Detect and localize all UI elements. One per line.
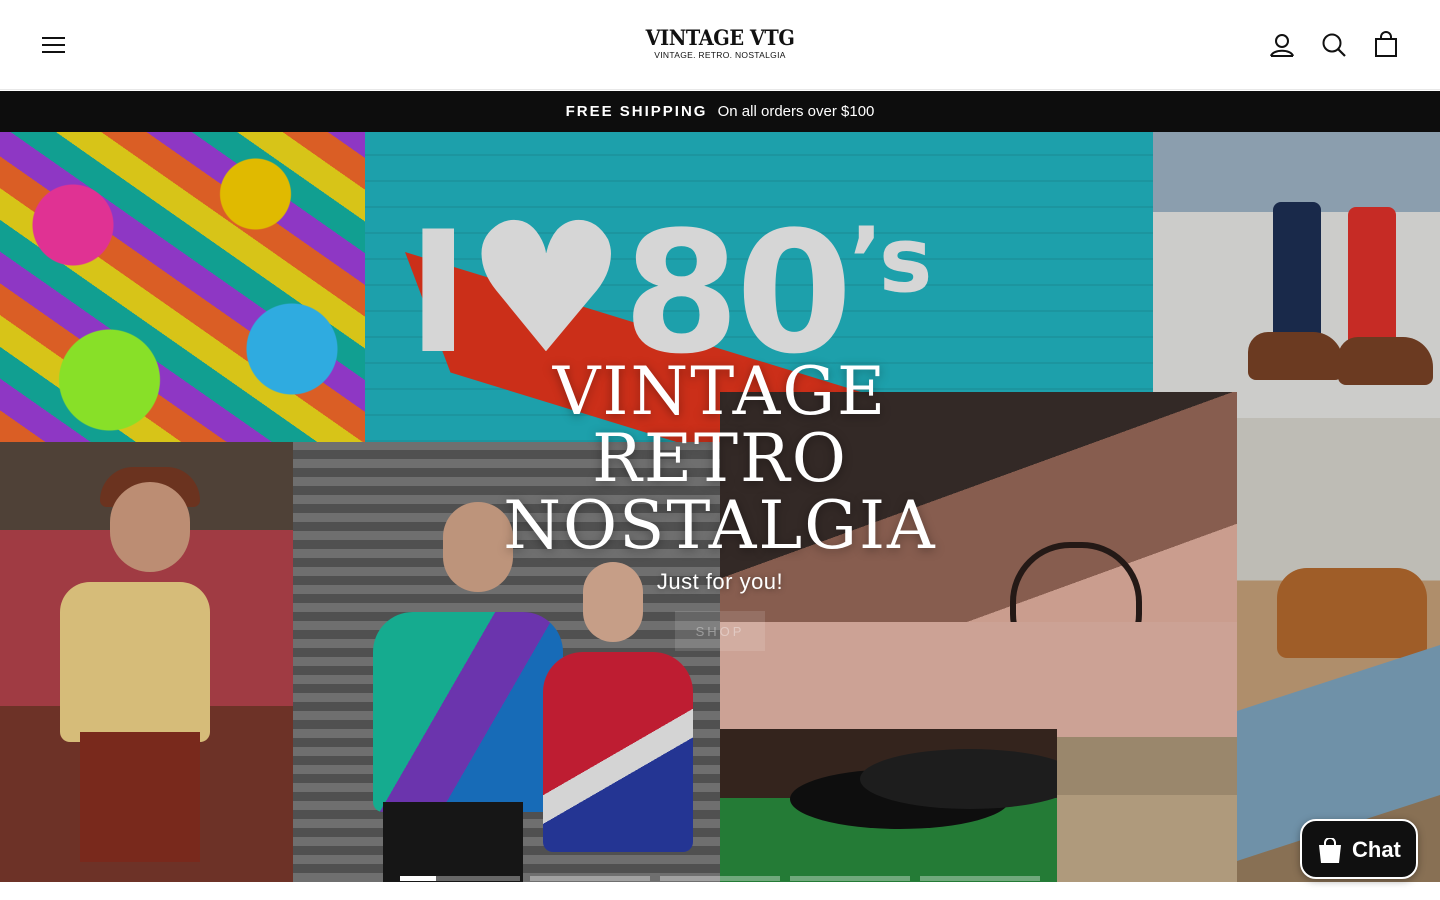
- slider-dot[interactable]: [920, 876, 1040, 881]
- hero-slider[interactable]: I♥80’s VINTAGE RETRO NOSTALGIA Just for …: [0, 132, 1440, 882]
- shopping-bag-icon: [1319, 838, 1341, 863]
- shop-button[interactable]: SHOP: [675, 611, 765, 651]
- brand-tagline: VINTAGE. RETRO. NOSTALGIA: [654, 50, 786, 60]
- brand-logo[interactable]: VINTAGE VTG VINTAGE. RETRO. NOSTALGIA: [620, 25, 820, 61]
- brand-name: VINTAGE VTG: [645, 25, 795, 50]
- slider-dot[interactable]: [400, 876, 520, 881]
- announcement-strong: FREE SHIPPING: [565, 103, 708, 120]
- slider-dot[interactable]: [790, 876, 910, 881]
- chat-label: Chat: [1352, 837, 1401, 862]
- menu-icon[interactable]: [40, 33, 68, 57]
- cart-icon[interactable]: [1371, 30, 1401, 60]
- hero-subtitle: Just for you!: [656, 569, 784, 594]
- hero-title-line: NOSTALGIA: [503, 487, 937, 564]
- announcement-bar: FREE SHIPPING On all orders over $100: [0, 91, 1440, 132]
- hero-content: VINTAGE RETRO NOSTALGIA Just for you! SH…: [420, 358, 1020, 651]
- chat-button[interactable]: Chat: [1300, 819, 1418, 879]
- hero-title: VINTAGE RETRO NOSTALGIA: [420, 358, 1020, 559]
- site-header: VINTAGE VTG VINTAGE. RETRO. NOSTALGIA: [0, 0, 1440, 90]
- hero-title-line: VINTAGE: [552, 353, 888, 430]
- announcement-text: On all orders over $100: [717, 103, 875, 120]
- slider-dot[interactable]: [660, 876, 780, 881]
- slider-dot-progress: [400, 876, 436, 881]
- slider-dot[interactable]: [530, 876, 650, 881]
- account-icon[interactable]: [1267, 30, 1297, 60]
- hero-title-line: RETRO: [592, 420, 848, 497]
- search-icon[interactable]: [1319, 30, 1349, 60]
